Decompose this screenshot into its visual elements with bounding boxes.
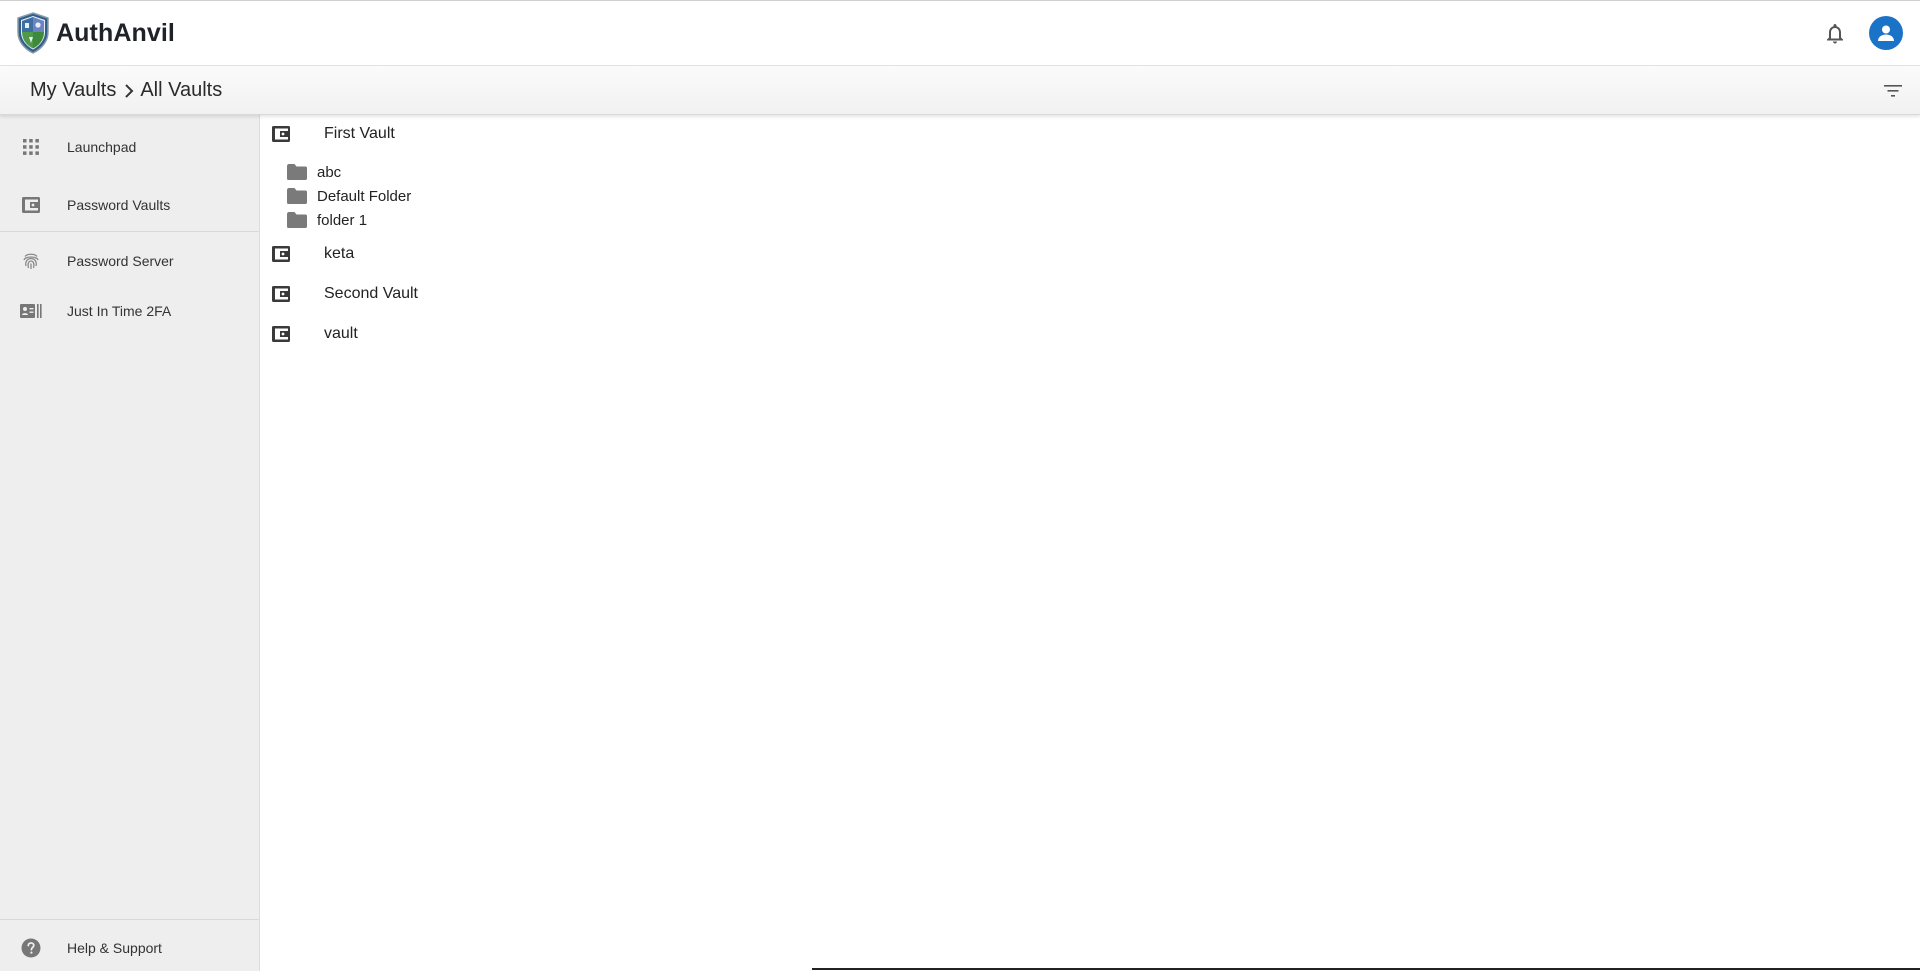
sidebar: Launchpad Password Vaults Password Serve… — [0, 115, 260, 971]
folder-item-folder-1[interactable]: folder 1 — [286, 208, 786, 232]
vault-name: Second Vault — [324, 285, 418, 302]
vault-tree: First Vault abc Default Folder folder 1 … — [260, 115, 1920, 971]
filter-icon — [1884, 85, 1902, 97]
breadcrumb-bar: My Vaults All Vaults — [0, 66, 1920, 115]
authanvil-shield-logo-icon — [17, 12, 49, 54]
folder-icon — [286, 187, 308, 205]
brand[interactable]: AuthAnvil — [16, 11, 175, 55]
vault-item-keta[interactable]: keta — [270, 239, 870, 269]
folder-icon — [286, 211, 308, 229]
filter-button[interactable] — [1880, 80, 1906, 102]
vault-wallet-icon — [270, 323, 292, 345]
brand-name: AuthAnvil — [56, 18, 175, 47]
sidebar-divider — [0, 231, 259, 232]
vault-name: First Vault — [324, 125, 395, 142]
sidebar-item-label: Just In Time 2FA — [67, 303, 172, 319]
vault-item-vault[interactable]: vault — [270, 319, 870, 349]
vault-wallet-icon — [270, 123, 292, 145]
sidebar-item-label: Password Server — [67, 253, 174, 269]
id-card-icon — [20, 300, 42, 322]
folder-name: abc — [317, 163, 342, 181]
vault-name: keta — [324, 245, 355, 262]
chevron-right-icon — [124, 83, 134, 98]
breadcrumb-item-all-vaults: All Vaults — [140, 79, 223, 101]
account-avatar-icon — [1878, 25, 1894, 41]
sidebar-item-help-support[interactable]: Help & Support — [0, 926, 259, 970]
notifications-button[interactable] — [1822, 21, 1848, 47]
sidebar-item-launchpad[interactable]: Launchpad — [0, 125, 259, 169]
vault-wallet-icon — [270, 283, 292, 305]
sidebar-item-label: Help & Support — [67, 940, 162, 956]
help-circle-icon — [20, 937, 42, 959]
vault-item-second-vault[interactable]: Second Vault — [270, 279, 870, 309]
sidebar-item-password-vaults[interactable]: Password Vaults — [0, 183, 259, 227]
breadcrumb-item-my-vaults[interactable]: My Vaults — [30, 79, 116, 102]
top-app-bar: AuthAnvil — [0, 0, 1920, 66]
folder-name: folder 1 — [317, 211, 368, 229]
vault-item-first-vault[interactable]: First Vault — [270, 119, 870, 149]
sidebar-footer-divider — [0, 919, 259, 920]
sidebar-item-just-in-time-2fa[interactable]: Just In Time 2FA — [0, 289, 259, 333]
bottom-edge-line — [812, 968, 1920, 970]
vault-name: vault — [324, 325, 358, 342]
sidebar-item-label: Launchpad — [67, 139, 137, 155]
fingerprint-icon — [20, 250, 42, 272]
folder-item-abc[interactable]: abc — [286, 160, 786, 184]
vault-wallet-icon — [270, 243, 292, 265]
vault-wallet-icon — [20, 194, 42, 216]
sidebar-item-label: Password Vaults — [67, 197, 171, 213]
sidebar-item-password-server[interactable]: Password Server — [0, 239, 259, 283]
folder-icon — [286, 163, 308, 181]
bell-icon — [1827, 24, 1843, 44]
folder-item-default-folder[interactable]: Default Folder — [286, 184, 786, 208]
breadcrumb: My Vaults All Vaults — [30, 79, 222, 102]
folder-name: Default Folder — [317, 187, 412, 205]
apps-grid-icon — [20, 136, 42, 158]
account-avatar-button[interactable] — [1869, 16, 1903, 50]
